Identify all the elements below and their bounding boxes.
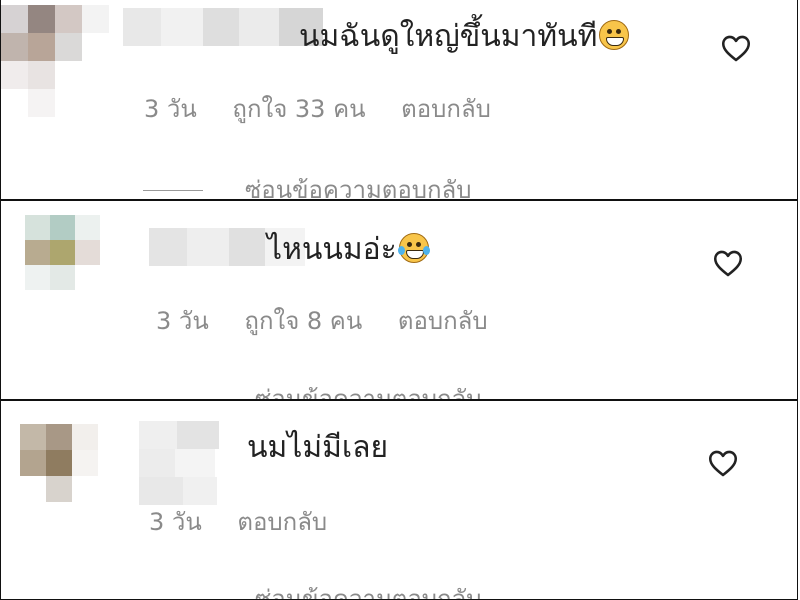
avatar-pixel (72, 502, 98, 528)
avatar-pixel (82, 89, 109, 117)
avatar-pixel (50, 290, 75, 315)
comment-text: นมฉันดูใหญ่ขึ้นมาทันที (299, 19, 630, 54)
avatar-pixel (72, 450, 98, 476)
heart-icon[interactable] (711, 246, 745, 280)
heart-icon[interactable] (706, 446, 740, 480)
reply-button[interactable]: ตอบกลับ (401, 95, 491, 123)
avatar-pixel (50, 215, 75, 240)
avatar-pixel (28, 33, 55, 61)
hide-replies-button[interactable]: ซ่อนข้อความตอบกลับ (255, 387, 481, 399)
username-pixel (177, 421, 219, 449)
comment-meta: 3 วัน ถูกใจ 33 คน ตอบกลับ (144, 97, 519, 121)
tears-of-joy-emoji-icon (397, 233, 430, 263)
avatar-pixel (1, 5, 28, 33)
username-pixel (203, 8, 239, 46)
avatar-pixel (28, 89, 55, 117)
comment-body: นมฉันดูใหญ่ขึ้นมาทันที (299, 19, 598, 54)
username-pixel (239, 8, 279, 46)
comment-panel: นมไม่มีเลย 3 วัน ตอบกลับ ซ่อนข้อความตอบก… (0, 400, 798, 600)
avatar-pixel (72, 476, 98, 502)
avatar-pixel (75, 290, 100, 315)
avatar-pixel (50, 265, 75, 290)
avatar-pixel (100, 215, 125, 240)
username-pixel (123, 8, 161, 46)
comment-meta: 3 วัน ตอบกลับ (149, 510, 355, 534)
avatar-pixel (55, 89, 82, 117)
avatar-pixel (46, 476, 72, 502)
reply-button[interactable]: ตอบกลับ (398, 307, 488, 335)
comment-panel: นมฉันดูใหญ่ขึ้นมาทันที 3 วัน ถูกใจ 33 คน… (0, 0, 798, 200)
avatar-pixel (98, 502, 124, 528)
avatar-pixel (1, 61, 28, 89)
username-pixel (183, 477, 217, 505)
avatar-pixel (20, 450, 46, 476)
comment-text: นมไม่มีเลย (247, 433, 388, 463)
username-pixel (139, 449, 175, 477)
grinning-face-emoji-icon (599, 20, 630, 50)
avatar-pixel (46, 424, 72, 450)
username-pixel (139, 477, 183, 505)
avatar-pixel (75, 215, 100, 240)
avatar-pixel (72, 424, 98, 450)
comment-time: 3 วัน (149, 508, 202, 536)
comment-body: ไหนนมอ่ะ (267, 232, 397, 267)
avatar-pixel (82, 33, 109, 61)
avatar-pixel (55, 61, 82, 89)
avatar-pixel (1, 89, 28, 117)
username-pixel (149, 228, 187, 266)
avatar-pixel (20, 476, 46, 502)
avatar-pixel (28, 61, 55, 89)
likes-count[interactable]: ถูกใจ 33 คน (232, 95, 365, 123)
username-blurred[interactable] (139, 421, 243, 505)
comment-time: 3 วัน (144, 95, 197, 123)
comment-meta: 3 วัน ถูกใจ 8 คน ตอบกลับ (156, 309, 516, 333)
avatar-pixel (55, 5, 82, 33)
heart-icon[interactable] (719, 31, 753, 65)
username-pixel (161, 8, 203, 46)
avatar-pixel (100, 290, 125, 315)
avatar-pixel (98, 450, 124, 476)
comment-panel: ไหนนมอ่ะ 3 วัน ถูกใจ 8 คน ตอบกลับ ซ่อนข้… (0, 200, 798, 400)
avatar-pixel (50, 240, 75, 265)
avatar-pixel (46, 502, 72, 528)
avatar[interactable] (25, 215, 125, 315)
username-pixel (139, 421, 177, 449)
avatar-pixel (98, 476, 124, 502)
avatar-pixel (28, 5, 55, 33)
avatar-pixel (100, 265, 125, 290)
avatar[interactable] (1, 5, 109, 117)
reply-button[interactable]: ตอบกลับ (237, 508, 327, 536)
replies-divider (143, 190, 203, 191)
hide-replies-button[interactable]: ซ่อนข้อความตอบกลับ (255, 587, 481, 599)
avatar-pixel (1, 33, 28, 61)
likes-count[interactable]: ถูกใจ 8 คน (244, 307, 362, 335)
avatar-pixel (98, 424, 124, 450)
username-pixel (187, 228, 229, 266)
avatar-pixel (20, 502, 46, 528)
hide-replies-button[interactable]: ซ่อนข้อความตอบกลับ (245, 178, 471, 199)
avatar-pixel (20, 424, 46, 450)
avatar-pixel (46, 450, 72, 476)
avatar-pixel (25, 290, 50, 315)
avatar-pixel (75, 265, 100, 290)
username-pixel (175, 449, 215, 477)
comment-text: ไหนนมอ่ะ (267, 232, 430, 267)
comment-body: นมไม่มีเลย (247, 430, 389, 465)
avatar-pixel (25, 215, 50, 240)
avatar-pixel (82, 61, 109, 89)
avatar-pixel (25, 265, 50, 290)
avatar[interactable] (20, 424, 124, 528)
avatar-pixel (82, 5, 109, 33)
username-pixel (229, 228, 265, 266)
comment-time: 3 วัน (156, 307, 209, 335)
avatar-pixel (75, 240, 100, 265)
avatar-pixel (100, 240, 125, 265)
avatar-pixel (25, 240, 50, 265)
username-blurred[interactable] (123, 8, 323, 46)
avatar-pixel (55, 33, 82, 61)
